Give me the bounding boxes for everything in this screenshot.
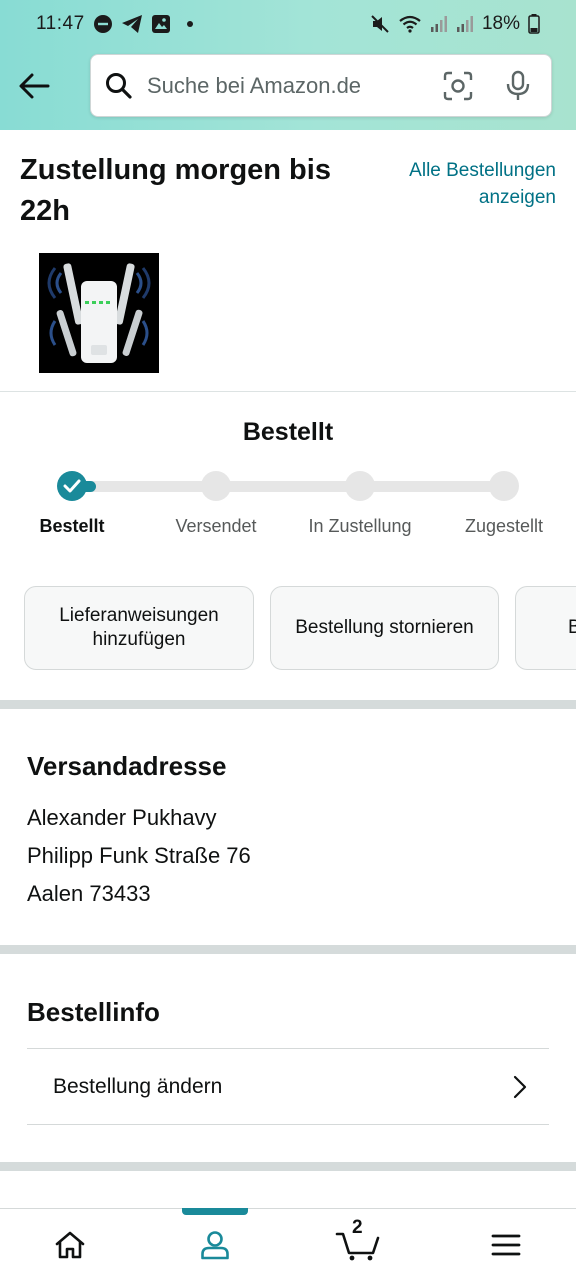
do-not-disturb-icon [93,14,113,34]
section-divider [0,945,576,954]
step-in-delivery-marker [345,471,375,501]
search-input[interactable]: Suche bei Amazon.de [90,54,552,117]
nav-account[interactable] [185,1223,245,1267]
shipping-address-title: Versandadresse [27,751,227,781]
active-tab-indicator [182,1208,248,1215]
nav-cart[interactable]: 2 [328,1217,388,1267]
notification-dot-icon [186,21,193,27]
hamburger-menu-icon [491,1234,521,1256]
delivery-title: Zustellung morgen bis 22h [20,154,331,227]
clock: 11:47 [36,13,85,34]
divider [0,391,576,392]
address-street: Philipp Funk Straße 76 [27,843,251,868]
search-placeholder: Suche bei Amazon.de [147,72,362,98]
more-action-button[interactable]: B [515,586,576,670]
back-button[interactable] [14,66,54,106]
address-name: Alexander Pukhavy [27,805,217,830]
app-header: 11:47 18% Suche bei Amazon.de [0,0,576,130]
step-ordered-marker [57,471,87,501]
battery-icon [528,14,540,34]
nav-home[interactable] [40,1223,100,1267]
gallery-icon [151,14,171,34]
step-shipped-marker [201,471,231,501]
section-divider [0,700,576,709]
step-delivered-marker [489,471,519,501]
signal-2-icon [456,15,474,33]
search-icon [105,72,133,100]
address-city: Aalen 73433 [27,881,151,906]
status-bar: 11:47 18% [0,0,576,48]
section-divider [0,1162,576,1171]
battery-percent: 18% [481,13,520,34]
mute-icon [370,14,390,34]
person-icon [201,1231,229,1260]
cancel-order-button[interactable]: Bestellung stornieren [270,586,499,670]
arrow-left-icon [19,73,50,99]
all-orders-link[interactable]: Alle Bestellungen anzeigen [366,157,556,211]
wifi-icon [398,14,422,34]
home-icon [55,1231,85,1259]
add-delivery-instructions-button[interactable]: Lieferanweisungen hinzufügen [24,586,254,670]
order-status-title: Bestellt [242,418,334,446]
step-shipped-label: Versendet [175,516,257,536]
change-order-label: Bestellung ändern [53,1074,223,1098]
camera-scan-icon[interactable] [443,71,473,101]
chevron-right-icon [513,1075,527,1098]
cart-count-badge: 2 [352,1217,363,1238]
step-in-delivery-label: In Zustellung [308,516,412,536]
nav-menu[interactable] [476,1223,536,1267]
bottom-navigation: 2 [0,1208,576,1280]
check-icon [63,479,81,493]
product-image[interactable] [39,253,159,373]
signal-icon [430,15,448,33]
progress-track [72,481,504,492]
telegram-icon [121,14,143,34]
order-info-title: Bestellinfo [27,997,160,1027]
microphone-icon[interactable] [505,70,531,102]
change-order-row[interactable]: Bestellung ändern [27,1048,549,1125]
more-action-label: B [568,617,576,638]
step-delivered-label: Zugestellt [464,516,544,536]
step-ordered-label: Bestellt [39,516,105,536]
